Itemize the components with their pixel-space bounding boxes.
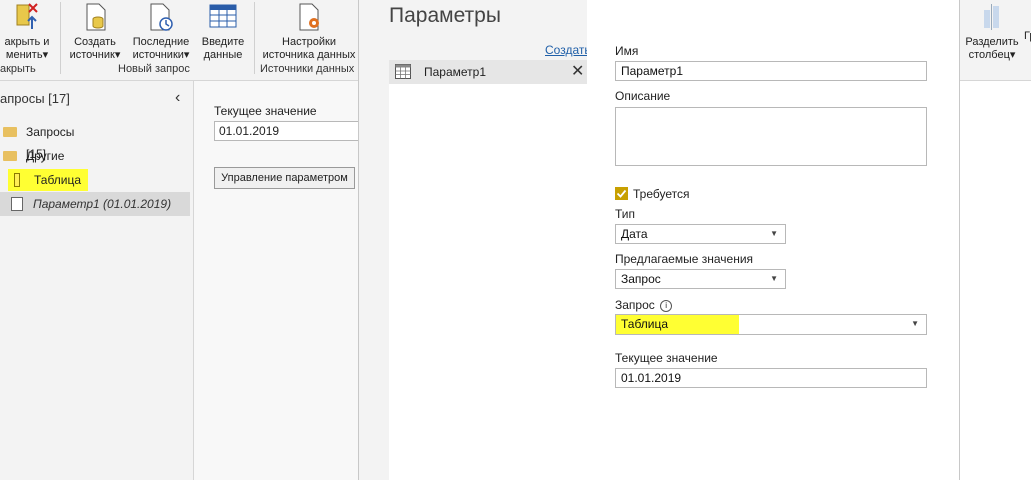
- folder-icon: [3, 127, 17, 137]
- current-value-input[interactable]: 01.01.2019: [214, 121, 364, 141]
- close-apply-button[interactable]: акрыть и менить▾: [0, 2, 54, 62]
- dialog-title: Параметры: [389, 4, 501, 27]
- data-source-settings-button[interactable]: Настройки источника данных: [256, 2, 362, 62]
- queries-pane-header: апросы [17]: [0, 91, 70, 106]
- ribbon-separator: [254, 2, 255, 74]
- description-input[interactable]: [615, 107, 927, 166]
- split-column-icon: [984, 4, 999, 30]
- parameter-form: Имя Параметр1 Описание Требуется Тип Дат…: [587, 0, 959, 480]
- queries-pane: апросы [17] ‹ Запросы [15] Другие запрос…: [0, 81, 194, 480]
- parameter-list: Параметр1 ✕: [389, 60, 588, 480]
- parameters-dialog: Параметры Создать Параметр1 ✕ Имя Параме…: [358, 0, 960, 480]
- chevron-down-icon: ▼: [770, 274, 778, 283]
- query-select[interactable]: Таблица ▼: [615, 314, 927, 335]
- description-label: Описание: [615, 89, 671, 103]
- ribbon-home: акрыть и менить▾ акрыть Создать источник…: [0, 0, 386, 81]
- required-checkbox[interactable]: [615, 187, 628, 200]
- chevron-down-icon: ▼: [911, 319, 919, 328]
- checkmark-icon: [616, 189, 627, 198]
- type-label: Тип: [615, 207, 636, 221]
- recent-sources-button[interactable]: Последние источники▾: [128, 2, 194, 62]
- chevron-down-icon: ▼: [770, 229, 778, 238]
- name-label: Имя: [615, 44, 639, 58]
- type-select[interactable]: Дата ▼: [615, 224, 786, 244]
- query-item-table[interactable]: Таблица: [8, 169, 88, 191]
- info-icon[interactable]: i: [660, 299, 673, 312]
- new-source-icon: [86, 3, 106, 31]
- query-item-parameter[interactable]: Параметр1 (01.01.2019): [0, 192, 190, 216]
- suggested-values-label: Предлагаемые значения: [615, 252, 754, 266]
- delete-parameter-icon[interactable]: ✕: [571, 61, 584, 81]
- enter-data-button[interactable]: Введите данные: [196, 2, 250, 62]
- ribbon-separator: [60, 2, 61, 74]
- parameter-table-icon: [395, 64, 411, 79]
- name-input[interactable]: Параметр1: [615, 61, 927, 81]
- group-label-close: акрыть: [0, 63, 36, 75]
- new-source-button[interactable]: Создать источник▾: [64, 2, 126, 62]
- parameter-list-item[interactable]: Параметр1 ✕: [389, 60, 587, 84]
- close-apply-icon: [16, 3, 38, 29]
- split-column-button[interactable]: Разделить столбец▾: [962, 2, 1022, 62]
- create-link[interactable]: Создать: [545, 43, 591, 57]
- suggested-values-select[interactable]: Запрос ▼: [615, 269, 786, 289]
- table-icon: [14, 173, 20, 187]
- current-value-label: Текущее значение: [615, 351, 718, 365]
- collapse-pane-icon[interactable]: ‹: [175, 89, 180, 107]
- group-label-data-sources: Источники данных: [260, 63, 355, 75]
- group-label-new-query: Новый запрос: [118, 63, 190, 75]
- recent-sources-icon: [150, 3, 173, 31]
- current-value-label: Текущее значение: [214, 104, 317, 118]
- ribbon-transform: Разделить столбец▾ Гр: [958, 0, 1031, 81]
- ribbon-cut-label: Гр: [1024, 30, 1031, 42]
- required-label: Требуется: [633, 187, 690, 201]
- parameter-preview-pane: Текущее значение 01.01.2019 Управление п…: [194, 81, 364, 480]
- manage-parameter-button[interactable]: Управление параметром: [214, 167, 355, 189]
- table-grid-icon: [209, 4, 237, 28]
- query-label: Запрос i: [615, 298, 673, 312]
- current-value-input[interactable]: 01.01.2019: [615, 368, 927, 388]
- parameter-icon: [11, 197, 23, 211]
- source-settings-icon: [299, 3, 319, 31]
- folder-icon: [3, 151, 17, 161]
